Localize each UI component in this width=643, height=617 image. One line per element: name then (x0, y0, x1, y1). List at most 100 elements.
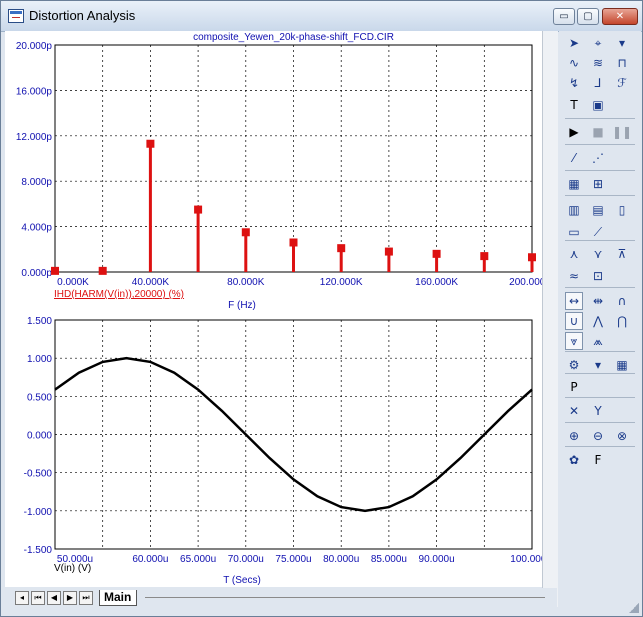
plot-icon[interactable]: ▭ (565, 223, 583, 241)
select-arrow-icon[interactable]: ➤ (565, 34, 583, 52)
harmonic-marker-8 (432, 249, 441, 258)
nav-prev-button[interactable]: ◀ (47, 591, 61, 605)
toolbar-separator (565, 144, 635, 145)
global-high-icon[interactable]: ⇹ (589, 292, 607, 310)
harmonic-marker-10 (528, 253, 536, 262)
bottom-icon[interactable]: ⋀ (589, 312, 607, 330)
dotted-line-icon[interactable]: ⋰ (589, 149, 607, 167)
slope-icon[interactable]: ⟋ (589, 223, 607, 241)
maximize-button[interactable]: ▢ (577, 8, 599, 25)
chart1-y-tick-label: 8.000p (21, 177, 52, 188)
chart2-y-tick-label: -1.500 (24, 545, 53, 556)
zoom-out-icon[interactable]: ⊖ (589, 427, 607, 445)
chart2-x-tick-label: 70.000u (228, 554, 264, 565)
scale-icon[interactable]: ⌖ (589, 34, 607, 52)
stop-icon[interactable]: ■ (589, 123, 607, 141)
harmonic-marker-4 (241, 228, 250, 237)
chart2-x-tick-label: 80.000u (323, 554, 359, 565)
curve-icon[interactable]: ∿ (565, 54, 583, 72)
chart1-x-tick-label: 40.000K (132, 277, 170, 288)
text-icon[interactable]: T (565, 96, 583, 114)
close-button[interactable]: ✕ (602, 8, 638, 25)
minimize-button[interactable]: ▭ (553, 8, 575, 25)
toolbar-separator (565, 422, 635, 423)
chart2-x-axis-label: T (Secs) (223, 575, 261, 586)
add-curve-icon[interactable]: ▾ (589, 356, 607, 374)
chart1-x-tick-label: 0.000K (57, 277, 89, 288)
dropdown-arrow-icon[interactable]: ▾ (613, 34, 631, 52)
run-icon[interactable]: ▶ (565, 123, 583, 141)
nav-next-button[interactable]: ▶ (63, 591, 77, 605)
hbars-icon[interactable]: ▤ (589, 201, 607, 219)
harmonic-marker-1 (98, 266, 107, 275)
p-label-icon[interactable]: P (565, 378, 583, 396)
title-bar[interactable]: Distortion Analysis ▭ ▢ ✕ (1, 1, 642, 32)
chart2-y-tick-label: -0.500 (24, 469, 53, 480)
toolbar-separator (565, 240, 635, 241)
toolbar-separator (565, 351, 635, 352)
label-icon[interactable]: ⅃ (589, 74, 607, 92)
toolbar-separator (565, 397, 635, 398)
resize-grip[interactable] (629, 603, 639, 613)
bars-icon[interactable]: ▥ (565, 201, 583, 219)
inflection-icon[interactable]: ↔ (565, 292, 583, 310)
table-icon[interactable]: ▦ (613, 356, 631, 374)
fft-icon[interactable]: ⊓ (613, 54, 631, 72)
fo-icon[interactable]: ℱ (613, 74, 631, 92)
chart1-y-tick-label: 12.000p (16, 132, 53, 143)
trace-icon[interactable]: ≋ (589, 54, 607, 72)
chart1-x-tick-label: 120.000K (320, 277, 363, 288)
charts-svg[interactable]: composite_Yewen_20k-phase-shift_FCD.CIR … (5, 31, 557, 587)
chart1-series-label[interactable]: IHD(HARM(V(in)),20000) (%) (54, 289, 184, 300)
graph-icon[interactable]: ↯ (565, 74, 583, 92)
tool-icon[interactable]: ✿ (565, 451, 583, 469)
chart1-x-axis-label: F (Hz) (228, 300, 256, 311)
valley-icon[interactable]: ⋎ (589, 245, 607, 263)
chart2-x-tick-label: 60.000u (132, 554, 168, 565)
nav-menu-button[interactable]: ◂ (15, 591, 29, 605)
point-icon[interactable]: ⊡ (589, 267, 607, 285)
vertical-scrollbar[interactable] (542, 31, 558, 607)
toolbar-separator (565, 446, 635, 447)
x-scale-icon[interactable]: ✕ (565, 402, 583, 420)
boxes-icon[interactable]: ▯ (613, 201, 631, 219)
chart1-x-tick-label: 160.000K (415, 277, 458, 288)
cursor-mode-icon[interactable]: ⚙ (565, 356, 583, 374)
nav-first-button[interactable]: ⏮ (31, 591, 45, 605)
chart1-frame (54, 44, 533, 273)
horizontal-scroll-track[interactable] (145, 597, 545, 598)
tracker-icon[interactable]: ⩕ (589, 332, 607, 350)
plot-area[interactable]: composite_Yewen_20k-phase-shift_FCD.CIR … (5, 31, 557, 587)
harmonic-marker-2 (146, 139, 155, 148)
harmonic-marker-6 (337, 244, 346, 253)
high-icon[interactable]: ⊼ (613, 245, 631, 263)
font-icon[interactable]: F (589, 451, 607, 469)
tab-main[interactable]: Main (99, 590, 137, 606)
properties-icon[interactable]: ▣ (589, 96, 607, 114)
chart2-y-tick-label: -1.000 (24, 507, 53, 518)
low-icon[interactable]: ≈ (565, 267, 583, 285)
chart2-y-tick-label: 1.000 (27, 354, 52, 365)
zoom-fit-icon[interactable]: ⊗ (613, 427, 631, 445)
pause-icon[interactable]: ❚❚ (612, 123, 632, 141)
chart2-x-tick-label: 65.000u (180, 554, 216, 565)
y-scale-icon[interactable]: Y (589, 402, 607, 420)
fine-grid-icon[interactable]: ⊞ (589, 175, 607, 193)
harmonic-marker-3 (194, 205, 203, 214)
nav-last-button[interactable]: ⏭ (79, 591, 93, 605)
toolbar-separator (565, 118, 635, 119)
harmonic-marker-5 (289, 238, 298, 247)
zoom-in-icon[interactable]: ⊕ (565, 427, 583, 445)
top-icon[interactable]: ∪ (565, 312, 583, 330)
line-icon[interactable]: ⁄ (565, 149, 583, 167)
grid-icon[interactable]: ▦ (565, 175, 583, 193)
chart1-x-tick-label: 80.000K (227, 277, 265, 288)
chart1-y-tick-label: 16.000p (16, 86, 53, 97)
peak-icon[interactable]: ⋏ (565, 245, 583, 263)
global-low-icon[interactable]: ∩ (613, 292, 631, 310)
fall-icon[interactable]: ⩔ (565, 332, 583, 350)
harmonic-marker-0 (51, 266, 59, 275)
rise-icon[interactable]: ⋂ (613, 312, 631, 330)
chart2-x-tick-label: 85.000u (371, 554, 407, 565)
chart1-grid (54, 44, 533, 273)
